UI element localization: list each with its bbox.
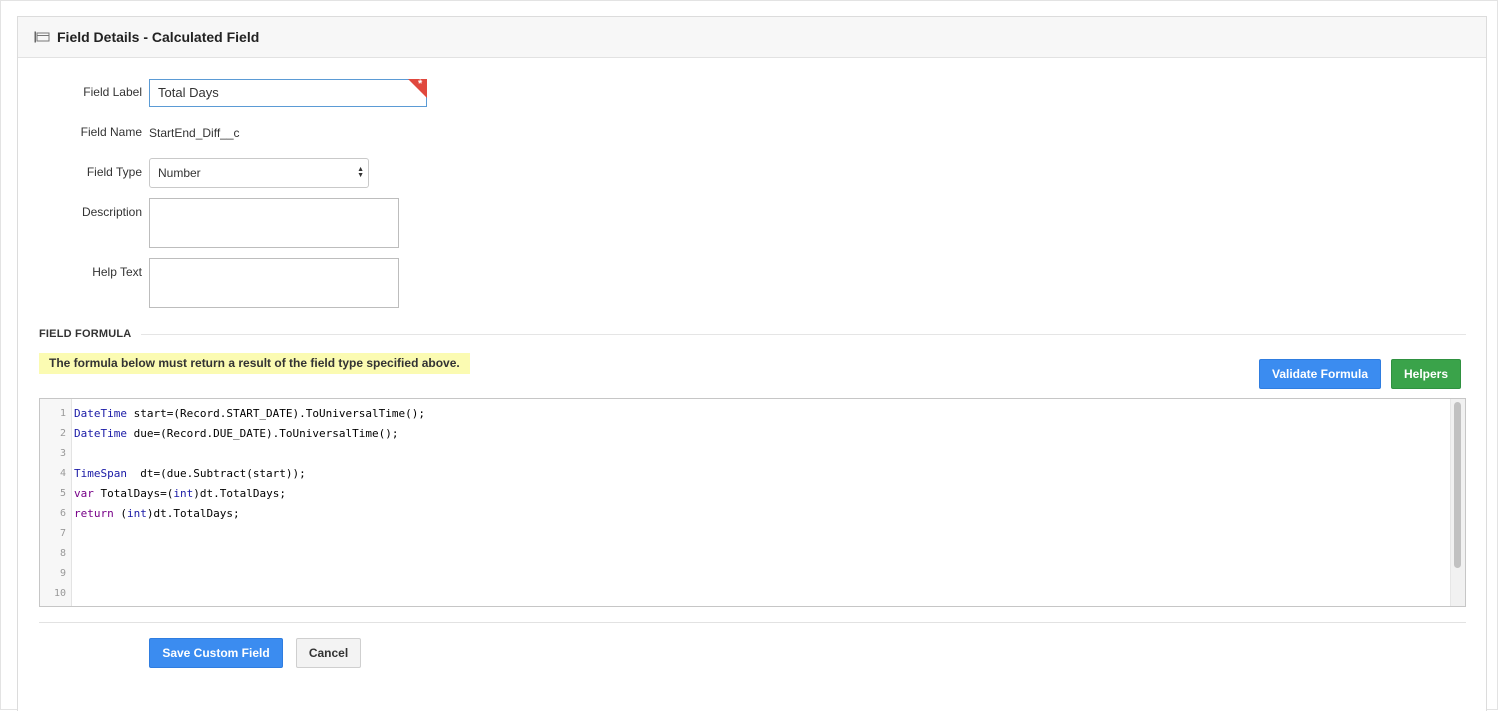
code-line: DateTime start=(Record.START_DATE).ToUni… (74, 404, 425, 424)
page-title: Field Details - Calculated Field (57, 29, 260, 45)
section-divider (141, 334, 1466, 335)
code-token: )dt.TotalDays; (193, 487, 286, 500)
code-line: TimeSpan dt=(due.Subtract(start)); (74, 464, 306, 484)
save-custom-field-button[interactable]: Save Custom Field (149, 638, 283, 668)
code-token: TotalDays=( (93, 487, 174, 500)
help-text-label: Help Text (92, 265, 142, 279)
code-line: return (int)dt.TotalDays; (74, 504, 240, 524)
footer-divider (39, 622, 1466, 623)
field-details-panel: Field Details - Calculated Field Field L… (17, 16, 1487, 711)
editor-scrollbar[interactable] (1450, 399, 1465, 606)
code-token-type: int (127, 507, 147, 520)
line-number: 8 (59, 548, 66, 559)
code-token: due=(Record.DUE_DATE).ToUniversalTime(); (126, 427, 399, 440)
field-name-label: Field Name (80, 125, 142, 139)
field-type-label: Field Type (86, 165, 142, 179)
field-formula-heading: FIELD FORMULA (39, 328, 132, 340)
line-number: 5 (59, 488, 66, 499)
code-token-type: TimeSpan (74, 467, 127, 480)
code-token: start=(Record.START_DATE).ToUniversalTim… (126, 407, 425, 420)
line-number: 7 (59, 528, 66, 539)
field-label-label: Field Label (83, 85, 142, 99)
cancel-button[interactable]: Cancel (296, 638, 361, 668)
description-textarea[interactable] (149, 198, 399, 248)
required-star-icon: * (418, 78, 423, 90)
formula-code-editor[interactable]: 1 2 3 4 5 6 7 8 9 10 DateTime start=(Rec… (39, 398, 1466, 607)
line-number: 9 (59, 568, 66, 579)
line-number: 4 (59, 468, 66, 479)
description-label: Description (81, 205, 142, 219)
code-token-type: DateTime (74, 407, 127, 420)
editor-scroll-thumb[interactable] (1454, 402, 1461, 568)
line-number: 3 (59, 448, 66, 459)
code-token: dt=(due.Subtract(start)); (126, 467, 306, 480)
code-token: )dt.TotalDays; (146, 507, 240, 520)
code-token-keyword: var (74, 487, 94, 500)
code-token-type: int (173, 487, 194, 500)
line-number: 6 (59, 508, 66, 519)
help-text-textarea[interactable] (149, 258, 399, 308)
select-arrows-icon: ▲ ▼ (357, 166, 364, 179)
line-number: 10 (53, 588, 66, 599)
field-label-input[interactable]: Total Days (149, 79, 427, 107)
formula-notice: The formula below must return a result o… (39, 353, 470, 374)
line-number-gutter: 1 2 3 4 5 6 7 8 9 10 (40, 399, 72, 606)
field-name-value: StartEnd_Diff__c (149, 126, 240, 140)
code-token-type: DateTime (74, 427, 127, 440)
field-type-selected-value: Number (158, 166, 201, 180)
field-details-icon (34, 31, 50, 43)
validate-formula-button[interactable]: Validate Formula (1259, 359, 1381, 389)
panel-header: Field Details - Calculated Field (18, 17, 1486, 58)
code-token: ( (113, 507, 127, 520)
helpers-button[interactable]: Helpers (1391, 359, 1461, 389)
code-line: var TotalDays=(int)dt.TotalDays; (74, 484, 286, 504)
code-token-keyword: return (74, 507, 114, 520)
code-line: DateTime due=(Record.DUE_DATE).ToUnivers… (74, 424, 399, 444)
line-number: 2 (59, 428, 66, 439)
line-number: 1 (59, 408, 66, 419)
field-type-select[interactable]: Number ▲ ▼ (149, 158, 369, 188)
